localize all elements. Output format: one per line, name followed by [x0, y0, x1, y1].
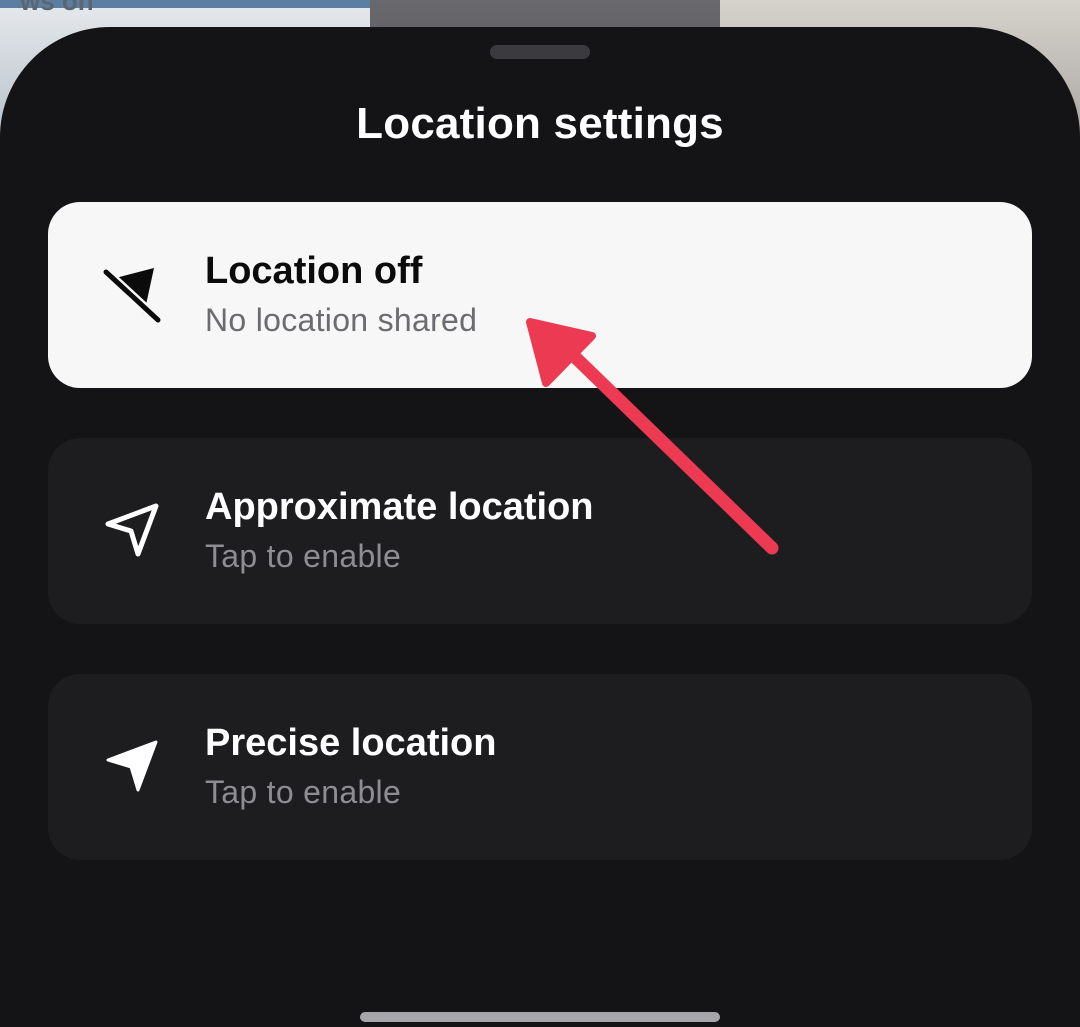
- option-approximate-location[interactable]: Approximate location Tap to enable: [48, 438, 1032, 624]
- option-sublabel: Tap to enable: [205, 538, 402, 574]
- location-settings-sheet: Location settings Location off No locati…: [0, 27, 1080, 1027]
- option-label: Approximate location: [205, 486, 594, 528]
- option-sublabel: Tap to enable: [205, 774, 402, 810]
- sheet-title: Location settings: [356, 99, 724, 148]
- background-partial-text: ws on: [20, 0, 94, 16]
- navigation-outline-icon: [105, 503, 159, 557]
- option-label: Location off: [205, 250, 423, 292]
- location-off-icon: [101, 267, 163, 325]
- option-location-off[interactable]: Location off No location shared: [48, 202, 1032, 388]
- option-label: Precise location: [205, 722, 497, 764]
- option-sublabel: No location shared: [205, 302, 478, 338]
- navigation-filled-icon: [106, 740, 158, 792]
- sheet-grabber-handle[interactable]: [490, 45, 590, 59]
- home-indicator[interactable]: [360, 1012, 720, 1022]
- option-precise-location[interactable]: Precise location Tap to enable: [48, 674, 1032, 860]
